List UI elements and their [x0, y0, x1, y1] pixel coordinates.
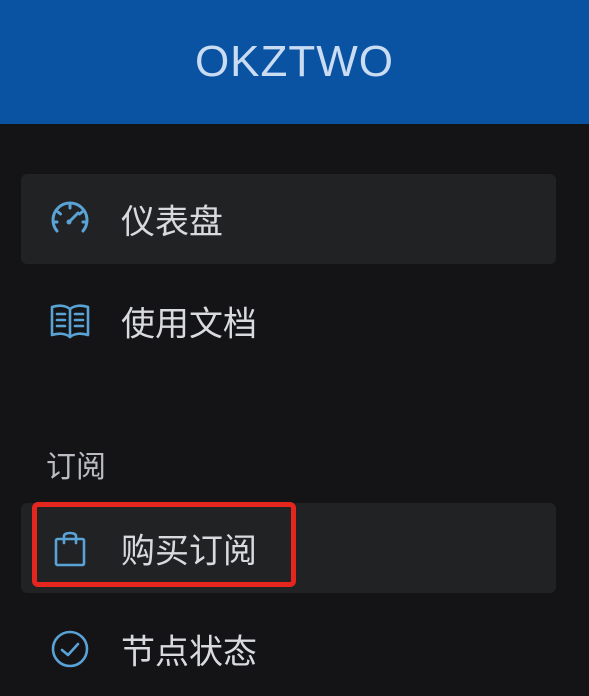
section-header-subscription: 订阅	[46, 450, 106, 485]
check-circle-icon	[49, 628, 91, 670]
sidebar-item-docs[interactable]: 使用文档	[21, 276, 556, 366]
shopping-bag-icon	[49, 527, 91, 569]
book-icon	[49, 300, 91, 342]
app-header: OKZTWO	[0, 0, 589, 124]
dashboard-speedometer-icon	[49, 198, 91, 240]
sidebar-item-label: 购买订阅	[121, 531, 257, 572]
brand-logo-text[interactable]: OKZTWO	[195, 37, 394, 87]
sidebar-item-label: 仪表盘	[121, 202, 223, 243]
sidebar-item-dashboard[interactable]: 仪表盘	[21, 174, 556, 264]
sidebar-item-node-status[interactable]: 节点状态	[21, 604, 556, 694]
sidebar-item-buy-subscription[interactable]: 购买订阅	[21, 503, 556, 593]
sidebar-item-label: 节点状态	[121, 632, 257, 673]
sidebar-item-label: 使用文档	[121, 304, 257, 345]
sidebar-nav: 仪表盘 使用文档 订阅 购买订阅 节点状态	[0, 124, 589, 696]
